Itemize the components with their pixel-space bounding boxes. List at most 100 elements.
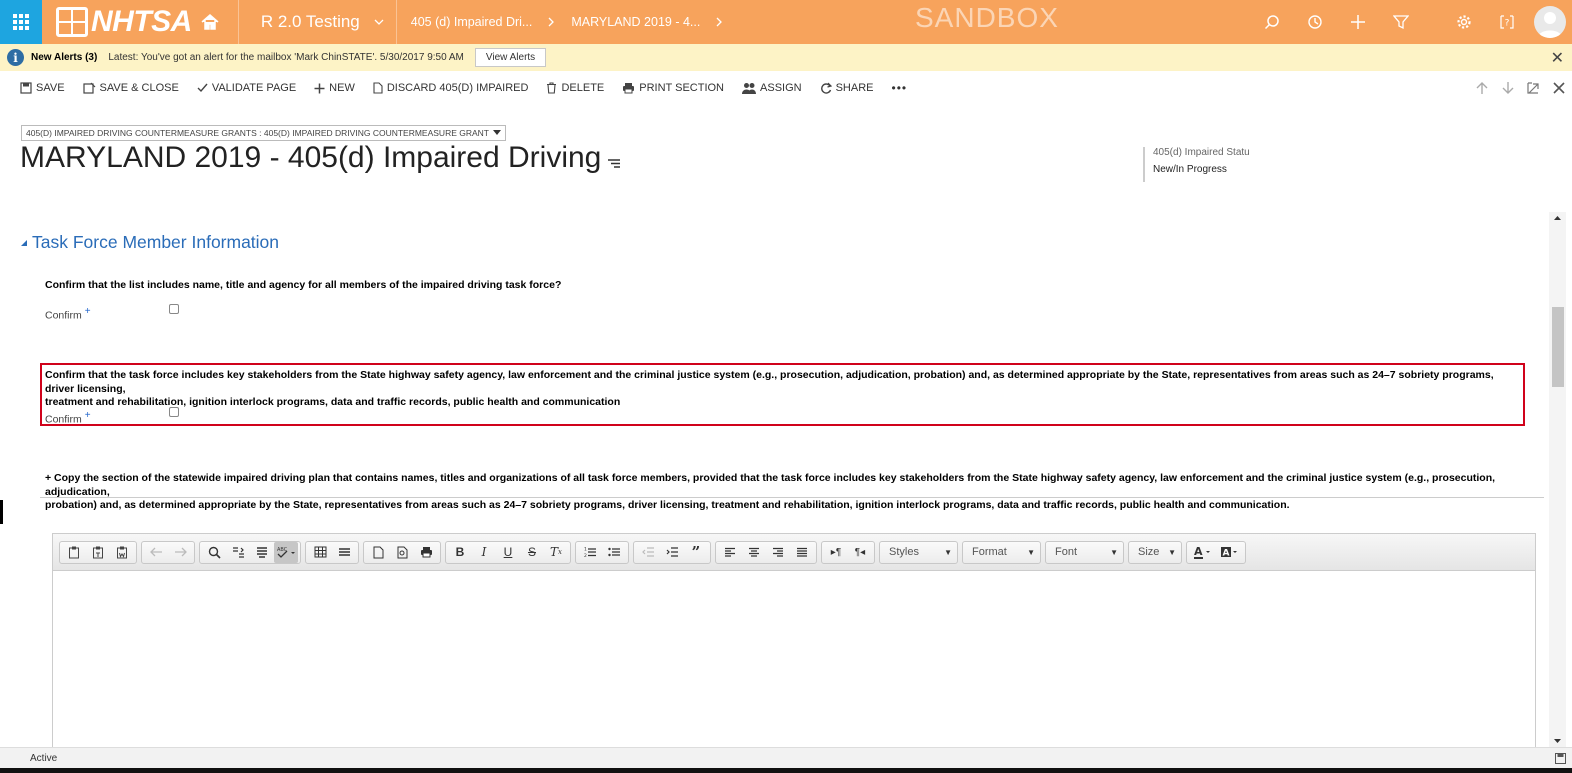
table-icon[interactable]	[308, 542, 332, 563]
svg-text:1: 1	[584, 547, 587, 553]
numbered-list-icon[interactable]: 12	[578, 542, 602, 563]
app-launcher-button[interactable]	[0, 0, 42, 44]
redo-icon[interactable]	[168, 542, 192, 563]
undo-icon[interactable]	[144, 542, 168, 563]
breadcrumb-record[interactable]: MARYLAND 2019 - 4...	[571, 15, 700, 29]
waffle-icon	[13, 14, 29, 30]
text-color-icon[interactable]: A	[1189, 542, 1216, 563]
new-button[interactable]: NEW	[314, 82, 355, 94]
align-center-icon[interactable]	[742, 542, 766, 563]
scroll-up-icon[interactable]	[1549, 212, 1566, 224]
paste-icon[interactable]	[62, 542, 86, 563]
dropdown-arrow-icon: ▼	[1110, 547, 1118, 557]
preview-icon[interactable]	[390, 542, 414, 563]
underline-icon[interactable]: U	[496, 542, 520, 563]
arrow-down-icon[interactable]	[1500, 81, 1516, 95]
scroll-thumb[interactable]	[1552, 307, 1564, 387]
print-section-button[interactable]: PRINT SECTION	[622, 82, 724, 94]
recent-button[interactable]	[1293, 0, 1336, 44]
rtl-icon[interactable]: ¶◂	[848, 542, 872, 563]
confirm-label-text: Confirm	[45, 413, 82, 426]
save-and-close-button[interactable]: SAVE & CLOSE	[82, 82, 179, 94]
dropdown-arrow-icon: ▼	[1027, 547, 1035, 557]
save-icon[interactable]	[1555, 753, 1566, 764]
app-switcher[interactable]: R 2.0 Testing	[261, 12, 384, 32]
form-scrollbar[interactable]	[1549, 212, 1566, 747]
home-icon[interactable]	[200, 12, 220, 32]
section-header[interactable]: Task Force Member Information	[20, 232, 279, 253]
editor-content-area[interactable]	[53, 571, 1535, 747]
more-commands-button[interactable]: •••	[892, 81, 908, 95]
size-dropdown[interactable]: Size ▼	[1128, 540, 1182, 564]
new-page-icon[interactable]	[366, 542, 390, 563]
chevron-right-icon[interactable]	[716, 17, 723, 27]
help-button[interactable]: ?	[1485, 0, 1528, 44]
close-icon[interactable]	[1552, 81, 1566, 95]
scroll-down-icon[interactable]	[1549, 735, 1566, 747]
styles-dropdown[interactable]: Styles ▼	[879, 540, 958, 564]
justify-icon[interactable]	[790, 542, 814, 563]
save-button[interactable]: SAVE	[20, 82, 65, 94]
format-dropdown[interactable]: Format ▼	[962, 540, 1041, 564]
record-navigation	[1474, 71, 1566, 105]
assign-button[interactable]: ASSIGN	[742, 82, 802, 94]
bulleted-list-icon[interactable]	[602, 542, 626, 563]
question-stakeholders: Confirm that the task force includes key…	[45, 369, 1525, 410]
share-button[interactable]: SHARE	[820, 82, 874, 94]
paste-text-icon[interactable]	[86, 542, 110, 563]
delete-button[interactable]: DELETE	[546, 82, 604, 94]
command-bar: SAVE SAVE & CLOSE VALIDATE PAGE NEW DISC…	[0, 71, 1572, 105]
ltr-icon[interactable]: ▸¶	[824, 542, 848, 563]
confirm-label: Confirm +	[45, 306, 91, 322]
horizontal-line-icon[interactable]	[332, 542, 356, 563]
bold-icon[interactable]: B	[448, 542, 472, 563]
avatar[interactable]	[1534, 6, 1566, 38]
align-left-icon[interactable]	[718, 542, 742, 563]
environment-label: SANDBOX	[915, 2, 1059, 33]
align-right-icon[interactable]	[766, 542, 790, 563]
confirm-list-checkbox[interactable]	[169, 304, 179, 314]
find-icon[interactable]	[202, 542, 226, 563]
svg-text:A: A	[1194, 546, 1203, 558]
print-icon[interactable]	[414, 542, 438, 563]
spellcheck-icon[interactable]: ABC	[274, 541, 298, 563]
advanced-find-button[interactable]	[1379, 0, 1422, 44]
font-dropdown[interactable]: Font ▼	[1045, 540, 1124, 564]
close-icon[interactable]: ✕	[1551, 48, 1564, 68]
taskbar-strip	[0, 768, 1572, 773]
delete-label: DELETE	[561, 82, 605, 94]
search-button[interactable]	[1250, 0, 1293, 44]
italic-icon[interactable]: I	[472, 542, 496, 563]
view-alerts-button[interactable]: View Alerts	[474, 48, 547, 67]
alert-title[interactable]: New Alerts (3)	[31, 52, 97, 63]
clipboard-group	[59, 540, 137, 564]
replace-icon[interactable]	[226, 542, 250, 563]
people-icon	[742, 83, 757, 94]
strikethrough-icon[interactable]: S	[520, 542, 544, 563]
header-status-field[interactable]: 405(d) Impaired Statu New/In Progress	[1143, 147, 1253, 182]
settings-button[interactable]	[1442, 0, 1485, 44]
confirm-stakeholders-checkbox[interactable]	[169, 407, 179, 417]
validate-page-button[interactable]: VALIDATE PAGE	[197, 82, 296, 94]
save-icon	[20, 82, 32, 94]
indent-icon[interactable]	[660, 542, 684, 563]
outdent-icon[interactable]	[636, 542, 660, 563]
background-color-icon[interactable]: A	[1216, 542, 1243, 563]
nhtsa-logo[interactable]: NHTSA	[56, 5, 220, 39]
blockquote-icon[interactable]: ”	[684, 542, 708, 563]
select-all-icon[interactable]	[250, 542, 274, 563]
share-label: SHARE	[835, 82, 874, 94]
nav-separator	[395, 0, 397, 44]
assign-label: ASSIGN	[760, 82, 802, 94]
remove-format-icon[interactable]: Tx	[544, 542, 568, 563]
arrow-up-icon[interactable]	[1474, 81, 1490, 95]
menu-list-icon[interactable]	[607, 157, 621, 169]
app-name: R 2.0 Testing	[260, 12, 360, 31]
form-selector[interactable]: 405(D) IMPAIRED DRIVING COUNTERMEASURE G…	[21, 125, 506, 141]
breadcrumb-entity[interactable]: 405 (d) Impaired Dri...	[411, 15, 533, 29]
pop-out-icon[interactable]	[1526, 81, 1542, 95]
create-button[interactable]	[1336, 0, 1379, 44]
paste-word-icon[interactable]	[110, 542, 134, 563]
discard-button[interactable]: DISCARD 405(D) IMPAIRED	[373, 82, 528, 94]
validate-icon	[197, 83, 208, 93]
